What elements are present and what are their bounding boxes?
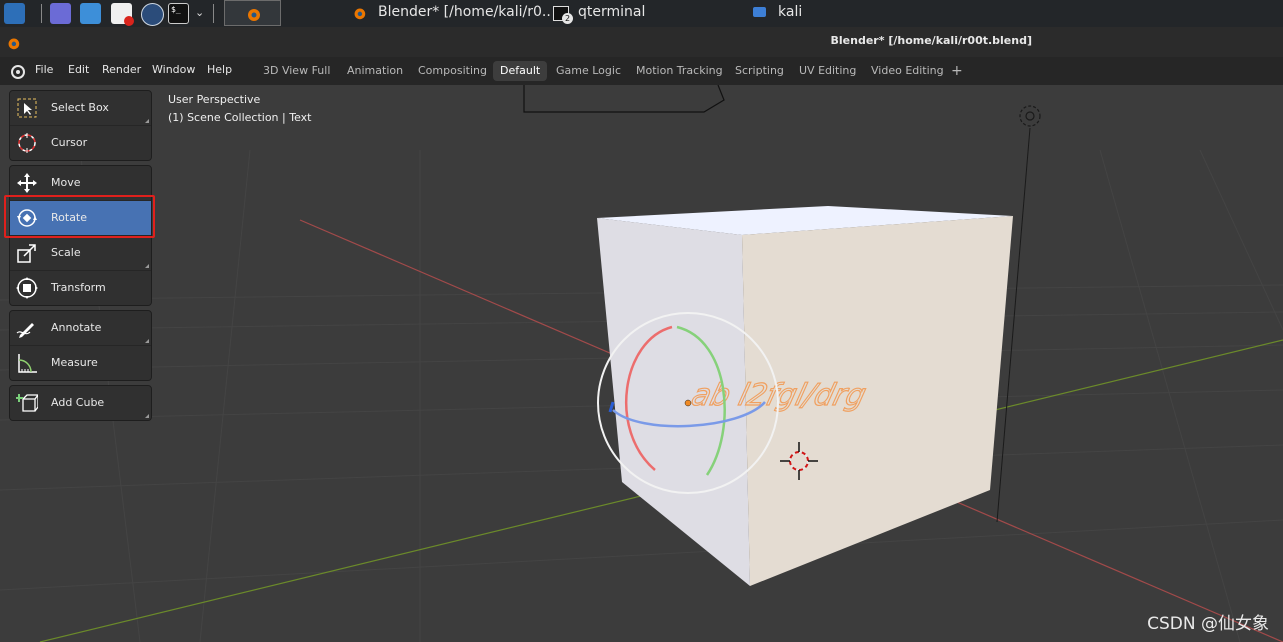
tab-default[interactable]: Default — [493, 61, 548, 81]
tool-group-annotate: Annotate Measure — [9, 310, 152, 381]
3d-viewport[interactable]: ab l2fgl/drg User Perspective (1) Scene … — [0, 85, 1283, 642]
tool-cursor[interactable]: Cursor — [10, 126, 151, 160]
camera-wireframe — [523, 85, 725, 113]
editor-badge-icon — [124, 16, 134, 26]
blender-logo-icon — [8, 38, 20, 50]
taskbar-task-kali[interactable]: kali — [753, 0, 833, 27]
browser-icon[interactable] — [141, 3, 164, 26]
folder-icon — [753, 7, 766, 17]
taskbar-task-label: Blender* [/home/kali/r0... — [378, 4, 551, 20]
tool-transform[interactable]: Transform — [10, 271, 151, 305]
tab-3d-view-full[interactable]: 3D View Full — [256, 61, 337, 81]
add-workspace-icon[interactable]: + — [944, 61, 970, 81]
taskbar-active-app[interactable] — [224, 0, 281, 26]
tool-annotate[interactable]: Annotate — [10, 311, 151, 346]
menu-window[interactable]: Window — [152, 63, 195, 76]
tool-options-corner-icon — [145, 414, 149, 418]
tab-motion-tracking[interactable]: Motion Tracking — [629, 61, 730, 81]
desktop-icon[interactable] — [50, 3, 71, 24]
tool-select-box[interactable]: Select Box — [10, 91, 151, 126]
csdn-watermark: CSDN @仙女象 — [1147, 614, 1269, 634]
text-editor-icon[interactable] — [111, 3, 134, 26]
menu-edit[interactable]: Edit — [68, 63, 89, 76]
tab-uv-editing[interactable]: UV Editing — [792, 61, 863, 81]
kali-menu-icon[interactable] — [4, 3, 25, 24]
menu-bar: File Edit Render Window Help 3D View Ful… — [0, 57, 1283, 85]
tool-label: Measure — [51, 356, 98, 369]
menu-file[interactable]: File — [35, 63, 53, 76]
file-manager-icon[interactable] — [80, 3, 101, 24]
blender-logo-icon — [248, 9, 260, 21]
transform-icon — [16, 277, 38, 299]
terminal-icon[interactable]: $_ — [168, 3, 189, 24]
tool-options-corner-icon — [145, 264, 149, 268]
tool-label: Select Box — [51, 101, 109, 114]
move-icon — [17, 173, 37, 193]
menu-render[interactable]: Render — [102, 63, 141, 76]
taskbar-separator — [41, 4, 42, 23]
tool-label: Cursor — [51, 136, 88, 149]
annotate-icon — [16, 323, 34, 338]
tool-group-add: Add Cube — [9, 385, 152, 421]
blender-logo-icon — [354, 8, 366, 20]
tool-label: Annotate — [51, 321, 102, 334]
blender-menu-icon[interactable] — [8, 62, 26, 80]
tab-animation[interactable]: Animation — [340, 61, 410, 81]
measure-icon — [18, 354, 37, 373]
add-cube-icon — [16, 394, 38, 412]
tab-video-editing[interactable]: Video Editing — [864, 61, 951, 81]
tab-game-logic[interactable]: Game Logic — [549, 61, 628, 81]
tool-label: Add Cube — [51, 396, 105, 409]
os-taskbar: $_ ⌄ Blender* [/home/kali/r0... 2 qtermi… — [0, 0, 1283, 27]
window-titlebar: Blender* [/home/kali/r00t.blend] — [0, 27, 1283, 57]
select-box-icon — [17, 98, 37, 118]
cursor-icon — [18, 133, 36, 153]
tab-scripting[interactable]: Scripting — [728, 61, 791, 81]
task-count-badge: 2 — [562, 13, 573, 24]
tool-label: Move — [51, 176, 81, 189]
tool-options-corner-icon — [145, 119, 149, 123]
tool-scale[interactable]: Scale — [10, 236, 151, 271]
tool-label: Transform — [51, 281, 106, 294]
terminal-prompt-glyph: $_ — [171, 5, 181, 14]
tool-options-corner-icon — [145, 339, 149, 343]
tab-compositing[interactable]: Compositing — [411, 61, 494, 81]
taskbar-task-blender[interactable]: Blender* [/home/kali/r0... — [351, 0, 551, 27]
taskbar-separator — [213, 4, 214, 23]
viewport-scene: ab l2fgl/drg — [0, 85, 1283, 642]
tool-measure[interactable]: Measure — [10, 346, 151, 380]
scale-icon — [17, 244, 36, 263]
rotate-tool-highlight-box — [4, 195, 155, 238]
taskbar-task-label: kali — [778, 4, 803, 20]
view-name-label: User Perspective — [168, 93, 261, 106]
menu-help[interactable]: Help — [207, 63, 232, 76]
taskbar-task-label: qterminal — [578, 4, 646, 20]
window-title: Blender* [/home/kali/r00t.blend] — [830, 34, 1032, 47]
taskbar-task-qterminal[interactable]: 2 qterminal — [553, 0, 703, 27]
tool-add-cube[interactable]: Add Cube — [10, 386, 151, 420]
collection-info-label: (1) Scene Collection | Text — [168, 111, 312, 124]
tool-group-select: Select Box Cursor — [9, 90, 152, 161]
tool-label: Scale — [51, 246, 81, 259]
launcher-dropdown-icon[interactable]: ⌄ — [195, 6, 204, 19]
